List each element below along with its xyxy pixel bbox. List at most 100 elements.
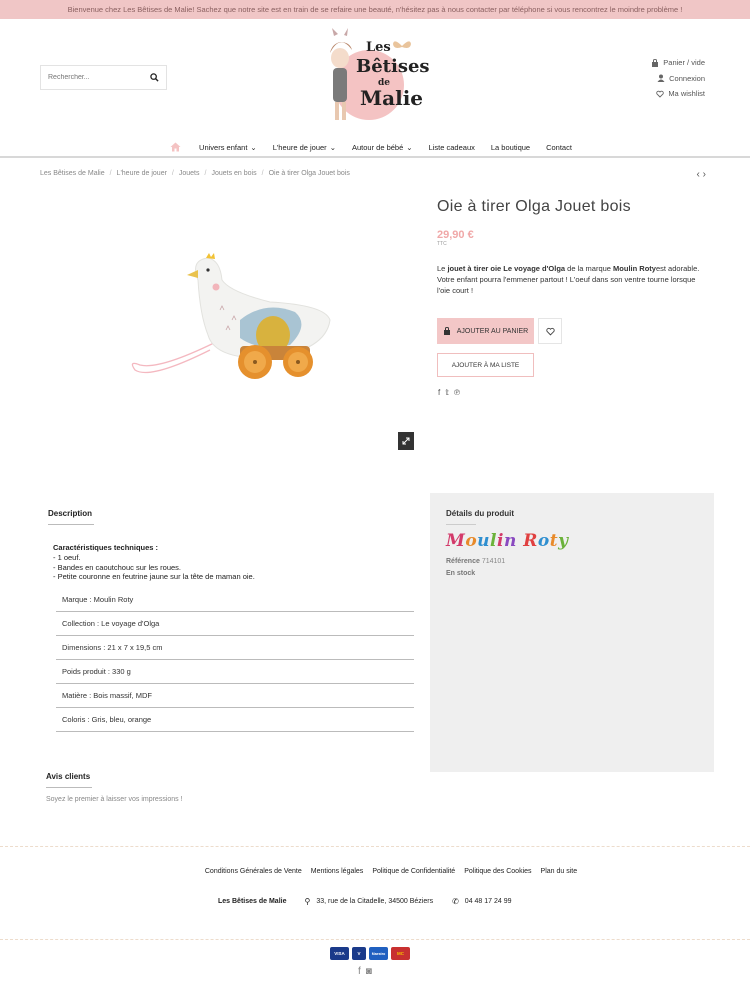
footer-link-cgv[interactable]: Conditions Générales de Vente — [205, 868, 302, 875]
logo-girl-illustration — [330, 28, 352, 120]
tech-line: - 1 oeuf. — [53, 552, 81, 562]
breadcrumb-separator: / — [204, 170, 207, 177]
main-nav: Univers enfant ⌄ L'heure de jouer ⌄ Autour… — [0, 138, 750, 156]
nav-contact[interactable]: Contact — [538, 143, 580, 152]
breadcrumb-item[interactable]: L'heure de jouer — [117, 170, 167, 177]
search-icon[interactable] — [150, 73, 159, 82]
nav-label: L'heure de jouer — [272, 142, 327, 152]
wishlist-label: Ma wishlist — [668, 89, 705, 99]
footer-divider — [0, 939, 750, 940]
footer-shop-name: Les Bêtises de Malie — [218, 898, 287, 905]
zoom-button[interactable] — [398, 432, 414, 450]
butterfly-icon — [393, 41, 411, 48]
spec-row: Poids produit : 330 g — [56, 660, 414, 684]
product-title: Oie à tirer Olga Jouet bois — [437, 198, 631, 215]
mastercard-icon: MC — [391, 947, 410, 960]
footer-social: f ◙ — [358, 966, 372, 977]
footer-link-mentions[interactable]: Mentions légales — [311, 868, 364, 875]
chevron-down-icon: ⌄ — [406, 142, 413, 152]
add-to-list-button[interactable]: AJOUTER À MA LISTE — [437, 353, 534, 377]
tab-underline — [48, 524, 94, 525]
footer-link-sitemap[interactable]: Plan du site — [541, 868, 578, 875]
cart-link[interactable]: Panier / vide — [651, 55, 705, 71]
breadcrumb-item[interactable]: Jouets en bois — [211, 170, 256, 177]
chevron-down-icon: ⌄ — [250, 142, 257, 152]
spec-row: Dimensions : 21 x 7 x 19,5 cm — [56, 636, 414, 660]
product-price: 29,90 € — [437, 229, 474, 241]
breadcrumb: Les Bêtises de Malie / L'heure de jouer / … — [40, 170, 350, 177]
add-to-cart-button[interactable]: AJOUTER AU PANIER — [437, 318, 534, 344]
nav-autour-de-bebe[interactable]: Autour de bébé ⌄ — [344, 143, 421, 152]
share-links: f 𝕥 ℗ — [438, 388, 460, 397]
home-icon — [170, 142, 181, 152]
product-pager[interactable]: ‹ › — [697, 169, 706, 180]
pinterest-icon[interactable]: ℗ — [454, 388, 460, 397]
nav-liste-cadeaux[interactable]: Liste cadeaux — [421, 143, 483, 152]
nav-home[interactable] — [170, 142, 191, 152]
maestro-card-icon: Maestro — [369, 947, 388, 960]
tax-label: TTC — [437, 241, 447, 247]
tech-line: - Petite couronne en feutrine jaune sur … — [53, 572, 255, 582]
vpay-card-icon: V — [352, 947, 366, 960]
tech-title: Caractéristiques techniques : — [53, 543, 159, 552]
spec-list: Marque : Moulin Roty Collection : Le voy… — [56, 588, 414, 732]
spec-row: Collection : Le voyage d'Olga — [56, 612, 414, 636]
reference-label: Référence — [446, 558, 480, 565]
nav-label: Autour de bébé — [351, 142, 404, 152]
nav-label: Contact — [546, 142, 572, 152]
shopping-bag-icon — [652, 58, 659, 67]
footer-link-privacy[interactable]: Politique de Confidentialité — [372, 868, 455, 875]
add-to-cart-label: AJOUTER AU PANIER — [456, 327, 529, 335]
breadcrumb-separator: / — [109, 170, 112, 177]
nav-label: Univers enfant — [199, 142, 248, 152]
twitter-icon[interactable]: 𝕥 — [445, 388, 449, 397]
site-logo[interactable]: Les Bêtises de Malie — [320, 28, 430, 128]
footer-address: 33, rue de la Citadelle, 34500 Béziers — [316, 898, 434, 905]
instagram-icon[interactable]: ◙ — [366, 966, 372, 977]
facebook-icon[interactable]: f — [438, 388, 440, 397]
announcement-bar: Bienvenue chez Les Bêtises de Malie! Sac… — [0, 0, 750, 19]
breadcrumb-current: Oie à tirer Olga Jouet bois — [268, 170, 350, 177]
logo-text-betises: Bêtises — [356, 56, 430, 77]
product-reference: Référence 714101 — [446, 558, 505, 565]
search-box[interactable] — [40, 65, 167, 90]
heart-icon — [545, 327, 555, 336]
login-link[interactable]: Connexion — [651, 71, 705, 87]
technical-features: Caractéristiques techniques : - 1 oeuf. … — [53, 543, 255, 582]
reviews-empty-text: Soyez le premier à laisser vos impressio… — [46, 796, 183, 803]
logo-text-malie: Malie — [360, 86, 424, 110]
facebook-icon[interactable]: f — [358, 966, 361, 977]
chevron-down-icon: ⌄ — [329, 142, 336, 152]
wishlist-button[interactable] — [538, 318, 562, 344]
description-tab[interactable]: Description — [48, 509, 92, 518]
nav-la-boutique[interactable]: La boutique — [483, 143, 538, 152]
product-details-panel: Détails du produit Moulin Roty Référence… — [430, 493, 714, 772]
payment-methods: VISA V Maestro MC — [330, 947, 410, 960]
desc-text: Le — [437, 264, 448, 273]
shopping-bag-icon — [443, 327, 450, 335]
nav-divider — [0, 156, 750, 158]
phone-icon: ✆ — [452, 897, 459, 906]
nav-univers-enfant[interactable]: Univers enfant ⌄ — [191, 143, 265, 152]
map-marker-icon: ⚲ — [304, 897, 311, 906]
product-image[interactable] — [120, 220, 340, 390]
spec-row: Coloris : Gris, bleu, orange — [56, 708, 414, 732]
details-underline — [446, 524, 476, 525]
desc-bold: jouet à tirer oie Le voyage d'Olga — [447, 264, 566, 273]
brand-logo[interactable]: Moulin Roty — [446, 531, 569, 551]
footer-link-cookies[interactable]: Politique des Cookies — [464, 868, 531, 875]
tech-line: - Bandes en caoutchouc sur les roues. — [53, 562, 181, 572]
nav-label: La boutique — [490, 142, 531, 152]
expand-icon — [402, 437, 410, 445]
search-input[interactable] — [41, 66, 141, 89]
footer-phone[interactable]: 04 48 17 24 99 — [465, 898, 512, 905]
spec-row: Matière : Bois massif, MDF — [56, 684, 414, 708]
stock-status: En stock — [446, 570, 476, 577]
user-icon — [657, 74, 665, 83]
breadcrumb-item[interactable]: Jouets — [179, 170, 200, 177]
desc-bold: Moulin Roty — [613, 264, 656, 273]
account-menu: Panier / vide Connexion Ma wishlist — [651, 55, 705, 102]
nav-heure-de-jouer[interactable]: L'heure de jouer ⌄ — [265, 143, 344, 152]
wishlist-link[interactable]: Ma wishlist — [651, 86, 705, 102]
breadcrumb-item[interactable]: Les Bêtises de Malie — [40, 170, 105, 177]
